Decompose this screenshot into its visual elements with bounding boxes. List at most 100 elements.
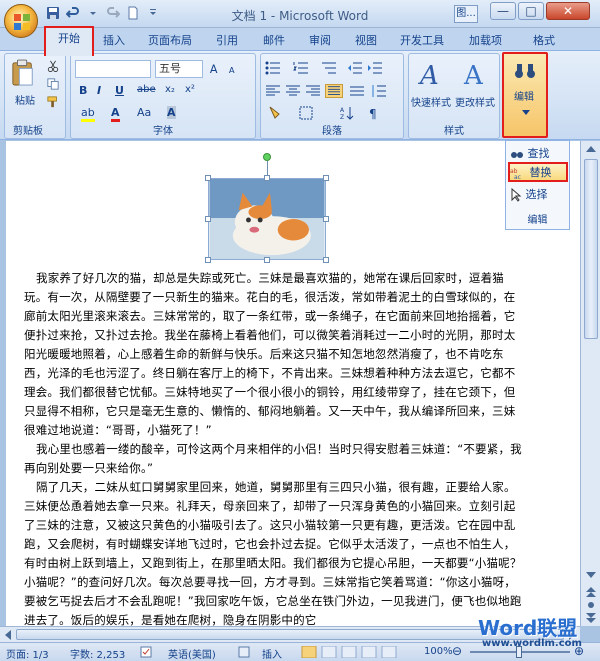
- tab-insert[interactable]: 插入: [103, 32, 125, 48]
- word-count[interactable]: 字数: 2,253: [70, 646, 125, 661]
- paragraph-group: AZ ¶ 段落: [260, 53, 404, 139]
- scroll-thumb[interactable]: [584, 159, 598, 339]
- proofing-icon[interactable]: [140, 646, 154, 658]
- multilevel-list-icon[interactable]: [321, 61, 337, 75]
- resize-handle[interactable]: [264, 175, 270, 181]
- paste-icon[interactable]: [11, 58, 35, 88]
- copy-icon[interactable]: [47, 78, 59, 90]
- minimize-button[interactable]: —: [490, 2, 516, 20]
- underline-button[interactable]: U: [115, 84, 124, 97]
- replace-button[interactable]: ab ac 替换: [508, 162, 568, 182]
- resize-handle[interactable]: [205, 257, 211, 263]
- select-button[interactable]: 选择: [510, 186, 566, 202]
- change-case-button[interactable]: Aa: [137, 106, 151, 119]
- tab-page-layout[interactable]: 页面布局: [148, 32, 192, 48]
- font-size-value: 五号: [159, 62, 181, 75]
- change-styles-label[interactable]: 更改样式: [455, 94, 495, 109]
- tab-view[interactable]: 视图: [355, 32, 377, 48]
- scroll-up-icon[interactable]: [586, 145, 596, 153]
- replace-icon: abac: [510, 168, 521, 181]
- scroll-left-icon[interactable]: [4, 630, 12, 640]
- resize-handle[interactable]: [323, 257, 329, 263]
- scroll-down-icon[interactable]: [586, 571, 596, 579]
- styles-group-label: 样式: [444, 126, 464, 137]
- paste-label[interactable]: 粘贴: [15, 92, 35, 107]
- line-spacing-icon[interactable]: [371, 84, 387, 98]
- resize-handle[interactable]: [205, 216, 211, 222]
- align-right-icon[interactable]: [305, 84, 321, 98]
- decrease-indent-icon[interactable]: [347, 61, 363, 75]
- distributed-icon[interactable]: [349, 84, 365, 98]
- tab-format[interactable]: 格式: [533, 32, 555, 48]
- increase-indent-icon[interactable]: [367, 61, 383, 75]
- help-button[interactable]: 图...: [454, 5, 478, 23]
- svg-text:A: A: [229, 65, 235, 75]
- bold-button[interactable]: B: [79, 84, 87, 97]
- page-count[interactable]: 页面: 1/3: [6, 646, 49, 661]
- select-browse-object-icon[interactable]: [586, 600, 596, 610]
- zoom-out-icon[interactable]: ⊖: [452, 644, 462, 658]
- shading-icon[interactable]: [267, 106, 283, 120]
- grow-font-icon[interactable]: A: [209, 62, 222, 75]
- highlight-button[interactable]: ab: [81, 106, 95, 122]
- superscript-button[interactable]: x²: [185, 84, 195, 95]
- paragraph[interactable]: 我家养了好几次的猫，却总是失踪或死亡。三妹是最喜欢猫的，她常在课后回家时，逗着猫…: [24, 269, 524, 440]
- svg-text:Z: Z: [340, 114, 344, 120]
- resize-handle[interactable]: [323, 216, 329, 222]
- cut-icon[interactable]: [47, 60, 59, 72]
- image-rotate-handle[interactable]: [263, 153, 271, 161]
- tab-review[interactable]: 审阅: [309, 32, 331, 48]
- paragraph[interactable]: 我心里也感着一缕的酸辛，可怜这两个月来相伴的小侣！当时只得安慰着三妹道：“不要紧…: [24, 440, 524, 478]
- vertical-scrollbar[interactable]: [580, 141, 600, 626]
- strikethrough-button[interactable]: abe: [137, 84, 156, 95]
- font-group-label: 字体: [153, 126, 173, 137]
- numbering-icon[interactable]: [293, 61, 309, 75]
- font-name-box[interactable]: [75, 60, 151, 78]
- font-size-box[interactable]: 五号: [155, 60, 203, 78]
- chevron-down-icon: [522, 110, 530, 115]
- format-painter-icon[interactable]: [47, 96, 59, 108]
- italic-button[interactable]: I: [97, 84, 101, 97]
- font-group: 五号 A A B I U abe x₂ x² ab A Aa A 字体: [70, 53, 256, 139]
- subscript-button[interactable]: x₂: [165, 84, 175, 95]
- tab-references[interactable]: 引用: [216, 32, 238, 48]
- close-button[interactable]: ✕: [546, 2, 590, 20]
- resize-handle[interactable]: [205, 175, 211, 181]
- paragraph[interactable]: 隔了几天，二妹从虹口舅舅家里回来，她道，舅舅那里有三四只小猫，很有趣，正要给人家…: [24, 478, 524, 626]
- binoculars-icon: [515, 64, 535, 78]
- resize-handle[interactable]: [323, 175, 329, 181]
- svg-text:A: A: [210, 63, 218, 75]
- quick-styles-label[interactable]: 快速样式: [411, 94, 451, 109]
- show-formatting-icon[interactable]: ¶: [367, 106, 383, 120]
- tab-home[interactable]: 开始: [44, 26, 94, 56]
- maximize-button[interactable]: □: [518, 2, 544, 20]
- find-button[interactable]: 查找: [510, 145, 566, 161]
- font-color-button[interactable]: A: [111, 106, 120, 122]
- kitten-image[interactable]: [208, 178, 326, 260]
- document-body[interactable]: 我家养了好几次的猫，却总是失踪或死亡。三妹是最喜欢猫的，她常在课后回家时，逗着猫…: [24, 269, 524, 626]
- quick-styles-icon[interactable]: A: [417, 58, 447, 88]
- prev-page-icon[interactable]: [586, 587, 596, 597]
- view-buttons-icon[interactable]: [300, 646, 400, 658]
- character-shading-button[interactable]: A: [167, 106, 176, 119]
- macro-record-icon[interactable]: [238, 646, 250, 658]
- editing-label: 编辑: [514, 92, 534, 103]
- tab-mailings[interactable]: 邮件: [263, 32, 285, 48]
- editing-button[interactable]: 编辑: [502, 52, 548, 138]
- resize-handle[interactable]: [264, 257, 270, 263]
- tab-addins[interactable]: 加载项: [469, 32, 502, 48]
- zoom-level[interactable]: 100%: [424, 646, 453, 657]
- office-button[interactable]: [4, 4, 38, 38]
- borders-icon[interactable]: [299, 106, 315, 120]
- insert-mode-status[interactable]: 插入: [262, 646, 282, 661]
- justify-icon[interactable]: [325, 84, 343, 98]
- bullets-icon[interactable]: [265, 61, 281, 75]
- shrink-font-icon[interactable]: A: [227, 62, 240, 75]
- align-center-icon[interactable]: [285, 84, 301, 98]
- change-styles-icon[interactable]: A: [461, 58, 491, 88]
- tab-developer[interactable]: 开发工具: [400, 32, 444, 48]
- find-icon: [511, 152, 523, 158]
- sort-icon[interactable]: AZ: [339, 106, 355, 120]
- language-status[interactable]: 英语(美国): [168, 646, 216, 661]
- align-left-icon[interactable]: [265, 84, 281, 98]
